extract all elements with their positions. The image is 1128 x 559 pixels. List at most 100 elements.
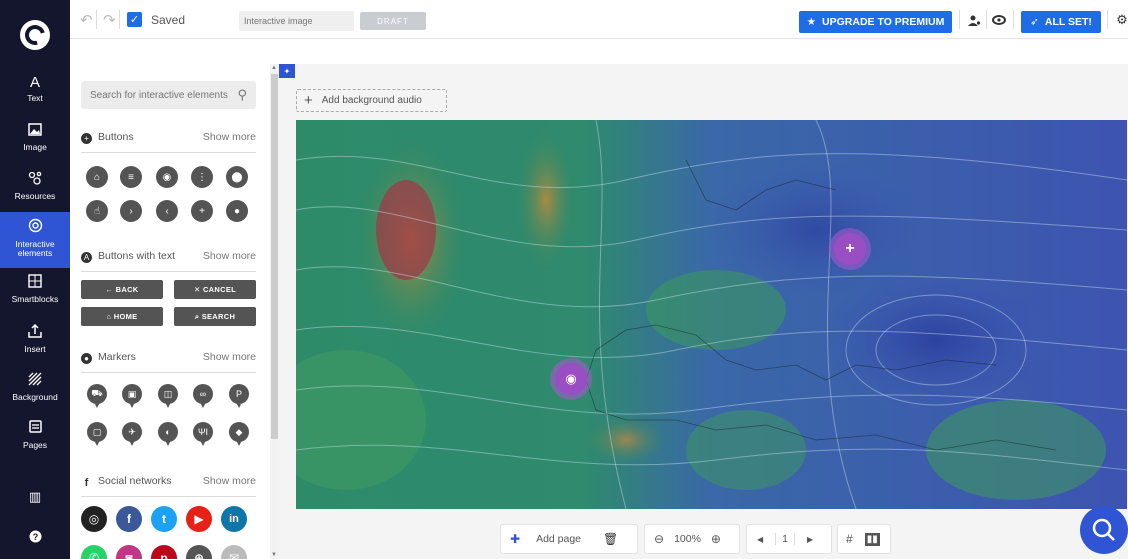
chevron-right-icon[interactable]: › — [120, 200, 142, 222]
library-icon[interactable]: ▥ — [28, 490, 42, 504]
section-title: Social networks — [98, 475, 172, 487]
restaurant-marker-icon[interactable]: ΨΙ — [193, 422, 213, 448]
help-icon[interactable]: ? — [28, 530, 42, 544]
scroll-thumb[interactable] — [271, 74, 278, 439]
nav-item-resources[interactable]: Resources — [0, 165, 70, 215]
search-text-button[interactable]: ⌕ SEARCH — [174, 307, 256, 326]
left-sidebar: A Text Image Resources Interactive eleme… — [0, 64, 70, 559]
eye-icon[interactable]: ◉ — [156, 166, 178, 188]
nav-item-pages[interactable]: Pages — [0, 414, 70, 464]
instagram-social-icon[interactable]: ◙ — [116, 545, 142, 559]
next-page-icon[interactable]: ▶ — [807, 535, 813, 544]
prev-page-icon[interactable]: ◀ — [757, 535, 763, 544]
page-nav-bar: ◀ 1 ▶ — [746, 524, 832, 554]
hand-icon[interactable]: ☝ — [86, 200, 108, 222]
pin-icon[interactable]: ✦ — [279, 64, 295, 78]
map-graphic — [296, 120, 1127, 509]
shop-marker-icon[interactable]: ◆ — [229, 422, 249, 448]
redo-icon[interactable]: ↷ — [103, 0, 116, 39]
parking-marker-icon[interactable]: P — [229, 384, 249, 410]
nav-item-smartblocks[interactable]: Smartblocks — [0, 268, 70, 318]
linkedin-social-icon[interactable]: in — [221, 506, 247, 532]
train-marker-icon[interactable]: ◫ — [158, 384, 178, 410]
user-icon[interactable]: ● — [226, 200, 248, 222]
nav-label: Insert — [24, 344, 46, 354]
zoom-out-icon[interactable]: ⊖ — [654, 532, 664, 546]
bus-marker-icon[interactable]: ▣ — [122, 384, 142, 410]
pinterest-social-icon[interactable]: p — [151, 545, 177, 559]
home-text-button[interactable]: ⌂ HOME — [81, 307, 163, 326]
saved-status: ✓ Saved — [127, 0, 185, 39]
mail-social-icon[interactable]: ✉ — [221, 545, 247, 559]
menu-icon[interactable]: ≡ — [120, 166, 142, 188]
weather-map-image[interactable]: + ◉ — [296, 120, 1127, 509]
add-circle-icon[interactable]: ✚ — [510, 532, 520, 546]
add-page-button[interactable]: Add page — [536, 533, 581, 545]
bike-marker-icon[interactable]: ∞ — [193, 384, 213, 410]
location-icon[interactable]: ⬤ — [226, 166, 248, 188]
bg-audio-label: Add background audio — [321, 95, 422, 106]
scroll-up-icon[interactable]: ▲ — [271, 65, 277, 71]
undo-icon[interactable]: ↶ — [80, 0, 93, 39]
coffee-marker-icon[interactable]: ◐ — [158, 422, 178, 448]
whatsapp-social-icon[interactable]: ✆ — [81, 545, 107, 559]
home-icon[interactable]: ⌂ — [86, 166, 108, 188]
nav-item-image[interactable]: Image — [0, 117, 70, 167]
nav-label: Resources — [14, 191, 56, 201]
add-background-audio-button[interactable]: + Add background audio — [296, 89, 447, 112]
show-more-link[interactable]: Show more — [203, 351, 256, 363]
layout-icon[interactable]: ▮▮ — [864, 532, 880, 546]
insert-icon — [0, 323, 70, 343]
eye-hotspot-icon[interactable]: ◉ — [555, 363, 587, 395]
search-icon[interactable]: ⚲ — [237, 87, 247, 103]
checkbox-icon[interactable]: ✓ — [127, 12, 142, 27]
search-fab[interactable] — [1080, 506, 1128, 554]
pages-icon — [0, 420, 70, 439]
nav-item-interactive-elements[interactable]: Interactive elements — [0, 212, 70, 268]
zoom-in-icon[interactable]: ⊕ — [711, 532, 721, 546]
app: ↶ ↷ ✓ Saved DRAFT ★ UPGRADE TO PREMIUM ➶… — [0, 0, 1128, 559]
show-more-link[interactable]: Show more — [203, 475, 256, 487]
users-icon[interactable] — [966, 12, 982, 28]
title-input[interactable] — [239, 11, 354, 31]
panel-scrollbar[interactable]: ▲ ▼ — [270, 64, 279, 559]
car-marker-icon[interactable]: ⛟ — [87, 384, 107, 410]
show-more-link[interactable]: Show more — [203, 131, 256, 143]
nav-item-text[interactable]: A Text — [0, 68, 70, 118]
plus-hotspot-icon[interactable]: + — [834, 233, 866, 265]
rocket-icon: ➶ — [1030, 16, 1039, 28]
facebook-social-icon[interactable]: f — [116, 506, 142, 532]
info-icon[interactable]: ⋮ — [191, 166, 213, 188]
section-title: Buttons — [98, 131, 134, 143]
tram-marker-icon[interactable]: ▢ — [87, 422, 107, 448]
logo[interactable] — [20, 20, 50, 50]
draft-badge[interactable]: DRAFT — [360, 12, 426, 30]
show-more-link[interactable]: Show more — [203, 250, 256, 262]
nav-item-background[interactable]: Background — [0, 366, 70, 416]
cancel-text-button[interactable]: ✕ CANCEL — [174, 280, 256, 299]
plane-marker-icon[interactable]: ✈ — [122, 422, 142, 448]
upgrade-button[interactable]: ★ UPGRADE TO PREMIUM — [799, 11, 952, 33]
chevron-left-icon[interactable]: ‹ — [156, 200, 178, 222]
divider — [1013, 10, 1014, 29]
nav-item-insert[interactable]: Insert — [0, 318, 70, 368]
web-social-icon[interactable]: ⊕ — [186, 545, 212, 559]
twitter-social-icon[interactable]: t — [151, 506, 177, 532]
background-icon — [0, 372, 70, 391]
scroll-down-icon[interactable]: ▼ — [271, 552, 277, 558]
all-set-button[interactable]: ➶ ALL SET! — [1021, 11, 1101, 33]
youtube-social-icon[interactable]: ▶ — [186, 506, 212, 532]
back-text-button[interactable]: ← BACK — [81, 280, 163, 299]
plus-icon: + — [304, 92, 313, 109]
plus-icon[interactable]: + — [191, 200, 213, 222]
plus-circle-icon: + — [81, 133, 92, 144]
search-input[interactable] — [81, 81, 231, 109]
trash-icon[interactable]: 🗑 — [603, 532, 618, 546]
eye-icon[interactable] — [991, 12, 1007, 28]
section-buttons: + Buttons Show more — [81, 131, 256, 153]
grid-icon[interactable]: # — [846, 532, 853, 546]
all-set-label: ALL SET! — [1044, 16, 1092, 28]
gear-icon[interactable]: ⚙ — [1114, 12, 1128, 28]
genially-social-icon[interactable]: ◎ — [81, 506, 107, 532]
divider — [1107, 10, 1108, 29]
